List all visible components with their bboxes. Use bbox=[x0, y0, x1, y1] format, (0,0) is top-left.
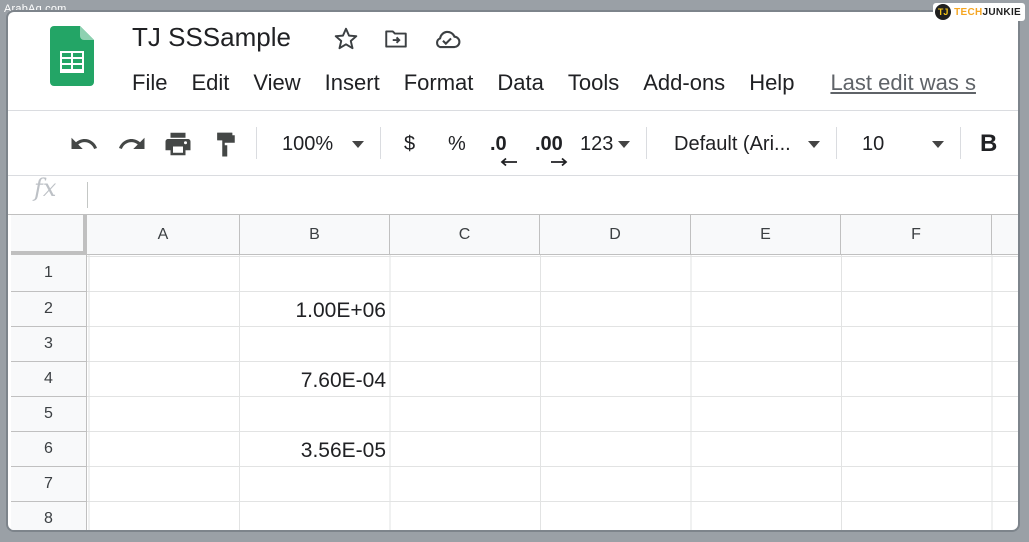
toolbar-separator bbox=[380, 127, 381, 159]
bold-button[interactable]: B bbox=[980, 130, 997, 158]
menu-help[interactable]: Help bbox=[737, 70, 806, 96]
menu-view[interactable]: View bbox=[241, 70, 312, 96]
techjunkie-watermark: TJ TECH JUNKIE bbox=[933, 3, 1025, 21]
column-header-d[interactable]: D bbox=[540, 215, 691, 255]
row-header-1[interactable]: 1 bbox=[11, 255, 87, 292]
last-edit-link[interactable]: Last edit was s bbox=[806, 70, 976, 96]
move-to-folder-icon[interactable] bbox=[382, 26, 410, 52]
cells-area[interactable] bbox=[87, 255, 1018, 530]
toolbar-divider bbox=[8, 175, 1018, 176]
redo-icon[interactable] bbox=[116, 128, 148, 160]
cell-b2[interactable]: 1.00E+06 bbox=[240, 292, 390, 327]
format-currency-button[interactable]: $ bbox=[404, 130, 415, 158]
more-formats-button[interactable]: 123 bbox=[580, 130, 613, 158]
column-header-e[interactable]: E bbox=[691, 215, 841, 255]
paint-format-icon[interactable] bbox=[210, 128, 242, 160]
undo-icon[interactable] bbox=[68, 128, 100, 160]
formula-bar-separator bbox=[87, 182, 88, 208]
toolbar-separator bbox=[646, 127, 647, 159]
font-size-dropdown-icon[interactable] bbox=[932, 141, 944, 148]
cloud-saved-icon[interactable] bbox=[432, 26, 461, 52]
toolbar-separator bbox=[960, 127, 961, 159]
header-divider bbox=[8, 110, 1018, 111]
column-header-next[interactable] bbox=[992, 215, 1018, 255]
formula-input[interactable] bbox=[90, 178, 1010, 212]
sheets-window: TJ SSSample File Edit View Insert Format… bbox=[8, 12, 1018, 530]
zoom-select[interactable]: 100% bbox=[282, 130, 333, 158]
menu-insert[interactable]: Insert bbox=[313, 70, 392, 96]
row-header-4[interactable]: 4 bbox=[11, 362, 87, 397]
column-header-b[interactable]: B bbox=[240, 215, 390, 255]
menu-bar: File Edit View Insert Format Data Tools … bbox=[120, 70, 976, 96]
sheets-logo-icon[interactable] bbox=[50, 26, 94, 86]
font-dropdown-icon[interactable] bbox=[808, 141, 820, 148]
row-header-6[interactable]: 6 bbox=[11, 432, 87, 467]
row-header-7[interactable]: 7 bbox=[11, 467, 87, 502]
menu-edit[interactable]: Edit bbox=[179, 70, 241, 96]
column-header-f[interactable]: F bbox=[841, 215, 992, 255]
menu-tools[interactable]: Tools bbox=[556, 70, 631, 96]
toolbar-separator bbox=[256, 127, 257, 159]
zoom-dropdown-icon[interactable] bbox=[352, 141, 364, 148]
document-title[interactable]: TJ SSSample bbox=[132, 22, 291, 53]
select-all-corner[interactable] bbox=[11, 215, 87, 255]
menu-add-ons[interactable]: Add-ons bbox=[631, 70, 737, 96]
print-icon[interactable] bbox=[162, 128, 194, 160]
menu-file[interactable]: File bbox=[120, 70, 179, 96]
font-size-select[interactable]: 10 bbox=[862, 130, 884, 158]
row-header-3[interactable]: 3 bbox=[11, 327, 87, 362]
row-header-2[interactable]: 2 bbox=[11, 292, 87, 327]
fx-icon: fx bbox=[34, 174, 57, 202]
font-family-select[interactable]: Default (Ari... bbox=[674, 130, 791, 158]
techjunkie-logo-icon: TJ bbox=[935, 4, 952, 20]
cell-b6[interactable]: 3.56E-05 bbox=[240, 432, 390, 467]
format-percent-button[interactable]: % bbox=[448, 130, 466, 158]
cell-b4[interactable]: 7.60E-04 bbox=[240, 362, 390, 397]
column-header-a[interactable]: A bbox=[87, 215, 240, 255]
toolbar-separator bbox=[836, 127, 837, 159]
star-icon[interactable] bbox=[332, 26, 360, 52]
row-header-8[interactable]: 8 bbox=[11, 502, 87, 530]
column-header-c[interactable]: C bbox=[390, 215, 540, 255]
increase-decimal-arrow-icon bbox=[550, 154, 568, 172]
row-header-5[interactable]: 5 bbox=[11, 397, 87, 432]
more-formats-dropdown-icon[interactable] bbox=[618, 141, 630, 148]
menu-data[interactable]: Data bbox=[485, 70, 555, 96]
menu-format[interactable]: Format bbox=[392, 70, 486, 96]
decrease-decimal-arrow-icon bbox=[500, 154, 518, 172]
